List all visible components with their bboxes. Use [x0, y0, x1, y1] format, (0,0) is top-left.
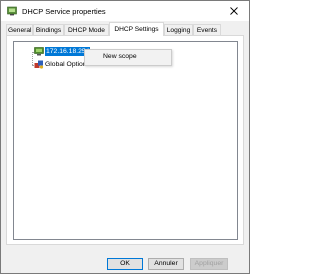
- window-title: DHCP Service properties: [22, 7, 106, 16]
- tree-connector: [32, 52, 33, 65]
- tab-dhcp-settings[interactable]: DHCP Settings: [109, 22, 164, 36]
- tab-general[interactable]: General: [6, 24, 33, 35]
- cancel-button[interactable]: Annuler: [148, 258, 184, 270]
- app-icon: [7, 6, 17, 16]
- network-scope-icon: [34, 47, 44, 56]
- close-button[interactable]: [219, 1, 249, 21]
- apply-button[interactable]: Appliquer: [190, 258, 228, 270]
- tab-bindings[interactable]: Bindings: [33, 24, 64, 35]
- tab-logging[interactable]: Logging: [164, 24, 193, 35]
- tab-events[interactable]: Events: [193, 24, 221, 35]
- title-bar: DHCP Service properties: [1, 1, 249, 21]
- dhcp-properties-dialog: DHCP Service properties General Bindings…: [0, 0, 250, 274]
- scope-tree[interactable]: 172.16.18.254 Global Options: [13, 41, 238, 240]
- menu-item-new-scope[interactable]: New scope: [103, 53, 137, 60]
- tab-dhcp-mode[interactable]: DHCP Mode: [64, 24, 109, 35]
- close-icon: [230, 7, 238, 15]
- global-options-icon: [34, 60, 44, 69]
- ok-button[interactable]: OK: [107, 258, 143, 270]
- context-menu: New scope: [84, 49, 172, 66]
- dhcp-settings-panel: 172.16.18.254 Global Options: [6, 35, 244, 245]
